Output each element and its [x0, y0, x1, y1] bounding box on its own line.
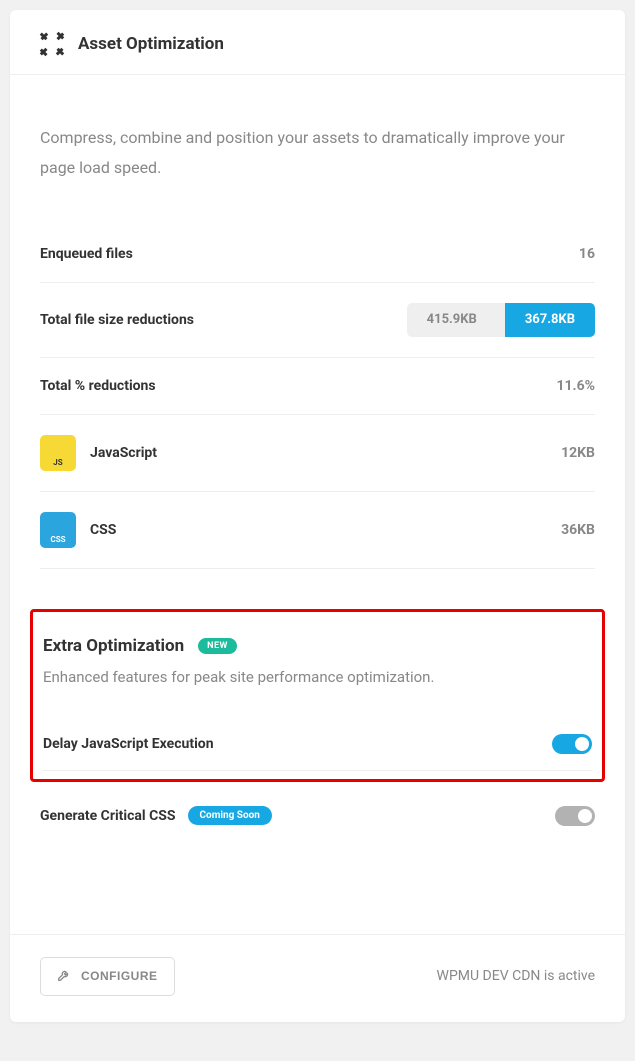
size-reduction-label: Total file size reductions — [40, 312, 194, 328]
javascript-value: 12KB — [561, 445, 595, 461]
critical-css-row: Generate Critical CSS Coming Soon — [40, 794, 595, 842]
wrench-icon — [57, 968, 71, 985]
javascript-label: JavaScript — [90, 445, 157, 461]
asset-optimization-card: Asset Optimization Compress, combine and… — [10, 10, 625, 1022]
cdn-status: WPMU DEV CDN is active — [437, 968, 595, 984]
javascript-row: JS JavaScript 12KB — [40, 415, 595, 492]
card-header: Asset Optimization — [10, 10, 625, 75]
card-footer: CONFIGURE WPMU DEV CDN is active — [10, 934, 625, 1022]
size-reduction-row: Total file size reductions 415.9KB 367.8… — [40, 283, 595, 358]
coming-soon-badge: Coming Soon — [188, 806, 272, 825]
enqueued-files-label: Enqueued files — [40, 246, 133, 262]
delay-js-row: Delay JavaScript Execution — [43, 722, 592, 771]
pct-reduction-row: Total % reductions 11.6% — [40, 358, 595, 415]
enqueued-files-value: 16 — [579, 246, 595, 262]
configure-button-label: CONFIGURE — [81, 969, 158, 983]
pct-reduction-label: Total % reductions — [40, 378, 156, 394]
critical-css-label: Generate Critical CSS — [40, 808, 176, 824]
delay-js-label: Delay JavaScript Execution — [43, 736, 214, 752]
new-badge: NEW — [198, 638, 237, 654]
js-icon: JS — [40, 435, 76, 471]
critical-css-toggle — [555, 806, 595, 826]
size-reduction-pill: 415.9KB 367.8KB — [407, 303, 595, 337]
pct-reduction-value: 11.6% — [556, 378, 595, 394]
card-description: Compress, combine and position your asse… — [40, 123, 595, 184]
card-title: Asset Optimization — [78, 34, 224, 54]
size-after-value: 367.8KB — [505, 303, 595, 337]
css-row: CSS CSS 36KB — [40, 492, 595, 569]
extra-optimization-description: Enhanced features for peak site performa… — [43, 668, 592, 686]
compress-icon — [40, 32, 64, 56]
css-value: 36KB — [561, 522, 595, 538]
size-before-value: 415.9KB — [407, 303, 505, 337]
extra-optimization-heading: Extra Optimization — [43, 636, 184, 656]
configure-button[interactable]: CONFIGURE — [40, 957, 175, 996]
extra-optimization-highlight: Extra Optimization NEW Enhanced features… — [30, 609, 605, 782]
delay-js-toggle[interactable] — [552, 734, 592, 754]
css-label: CSS — [90, 522, 116, 538]
enqueued-files-row: Enqueued files 16 — [40, 226, 595, 283]
css-icon: CSS — [40, 512, 76, 548]
